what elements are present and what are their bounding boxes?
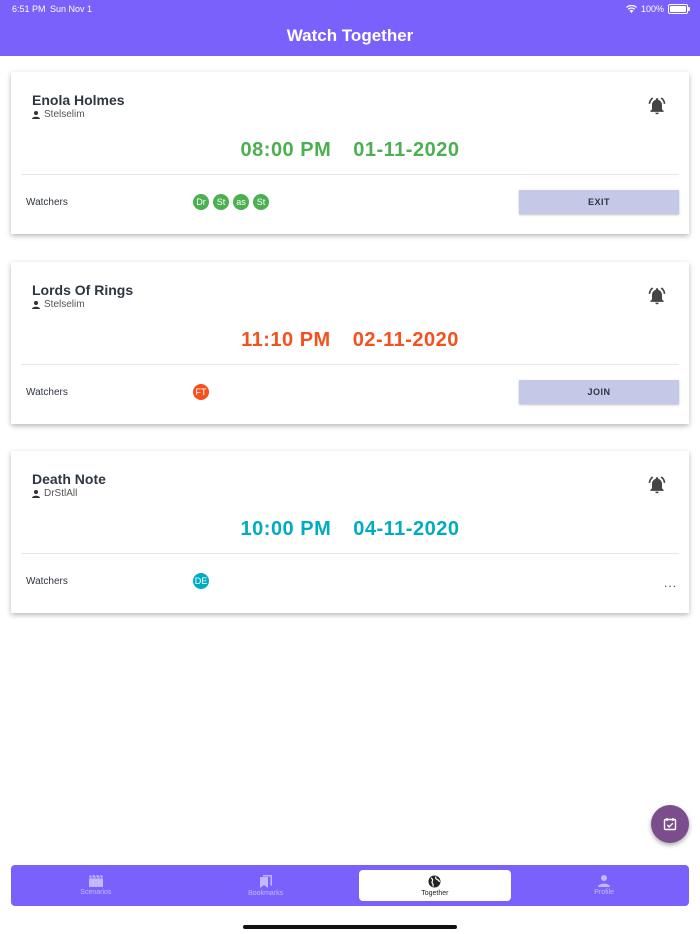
event-card-death-note: Death Note DrStlAll 10:00 PM 04-11-2020 W… (11, 451, 689, 613)
page-title: Watch Together (286, 26, 414, 45)
divider (21, 364, 679, 365)
battery-icon (668, 4, 690, 14)
home-indicator[interactable] (243, 925, 457, 929)
join-button[interactable]: JOIN (519, 380, 679, 404)
movie-icon (88, 875, 103, 887)
bottom-navigation: Scenarios Bookmarks Together Profile (11, 865, 689, 906)
bookmarks-icon (259, 874, 272, 888)
watchers-label: Watchers (26, 387, 68, 398)
event-time: 11:10 PM (241, 329, 331, 351)
event-date: 02-11-2020 (352, 329, 459, 351)
watcher-avatar[interactable]: Dr (193, 194, 209, 210)
alarm-bell-icon[interactable] (647, 286, 667, 306)
event-time: 08:00 PM (240, 139, 332, 161)
watcher-avatars: Dr St as St (193, 194, 269, 210)
watcher-avatars: DE (193, 573, 209, 589)
alarm-bell-icon[interactable] (647, 96, 667, 116)
watchers-label: Watchers (26, 197, 68, 208)
event-card-lords-of-rings: Lords Of Rings Stelselim 11:10 PM 02-11-2… (11, 262, 689, 424)
status-time: 6:51 PM (12, 4, 46, 14)
nav-label: Profile (594, 889, 615, 896)
event-datetime: 08:00 PM 01-11-2020 (11, 139, 689, 162)
event-owner: DrStlAll (32, 488, 77, 499)
event-owner: Stelselim (32, 299, 85, 310)
nav-label: Together (421, 889, 449, 897)
watchers-label: Watchers (26, 576, 68, 587)
event-card-enola-holmes: Enola Holmes Stelselim 08:00 PM 01-11-202… (11, 72, 689, 234)
nav-label: Bookmarks (248, 889, 284, 897)
event-date: 01-11-2020 (353, 139, 460, 161)
event-title: Death Note (32, 471, 106, 487)
watcher-avatars: FT (193, 384, 209, 400)
app-header: 6:51 PM Sun Nov 1 100% Watch Together (0, 0, 700, 56)
owner-name: Stelselim (44, 299, 85, 310)
event-title: Enola Holmes (32, 92, 125, 108)
divider (21, 553, 679, 554)
status-indicators: 100% (625, 4, 690, 14)
alarm-bell-icon[interactable] (647, 475, 667, 495)
more-options-button[interactable]: ... (664, 576, 677, 590)
wifi-icon (625, 5, 637, 13)
globe-icon (428, 875, 441, 887)
event-datetime: 11:10 PM 02-11-2020 (11, 329, 689, 352)
person-icon (32, 489, 40, 498)
nav-label: Scenarios (80, 889, 112, 896)
nav-item-profile[interactable]: Profile (519, 865, 689, 906)
event-title: Lords Of Rings (32, 282, 134, 298)
divider (21, 174, 679, 175)
watcher-avatar[interactable]: DE (193, 573, 209, 589)
owner-name: Stelselim (44, 109, 85, 120)
calendar-check-icon (663, 818, 677, 831)
nav-item-scenarios[interactable]: Scenarios (11, 865, 181, 906)
event-datetime: 10:00 PM 04-11-2020 (11, 518, 689, 541)
person-icon (598, 875, 611, 887)
watcher-avatar[interactable]: as (233, 194, 249, 210)
watcher-avatar[interactable]: St (253, 194, 269, 210)
event-time: 10:00 PM (240, 518, 332, 540)
status-date: Sun Nov 1 (50, 4, 93, 14)
schedule-fab-button[interactable] (651, 805, 689, 843)
nav-item-bookmarks[interactable]: Bookmarks (181, 865, 351, 906)
nav-item-together[interactable]: Together (358, 870, 512, 901)
event-date: 04-11-2020 (353, 518, 460, 540)
watcher-avatar[interactable]: St (213, 194, 229, 210)
owner-name: DrStlAll (44, 488, 78, 499)
person-icon (32, 300, 40, 309)
person-icon (32, 110, 40, 119)
exit-button[interactable]: EXIT (519, 190, 679, 214)
watcher-avatar[interactable]: FT (193, 384, 209, 400)
event-owner: Stelselim (32, 109, 85, 120)
battery-percent: 100% (640, 4, 664, 14)
